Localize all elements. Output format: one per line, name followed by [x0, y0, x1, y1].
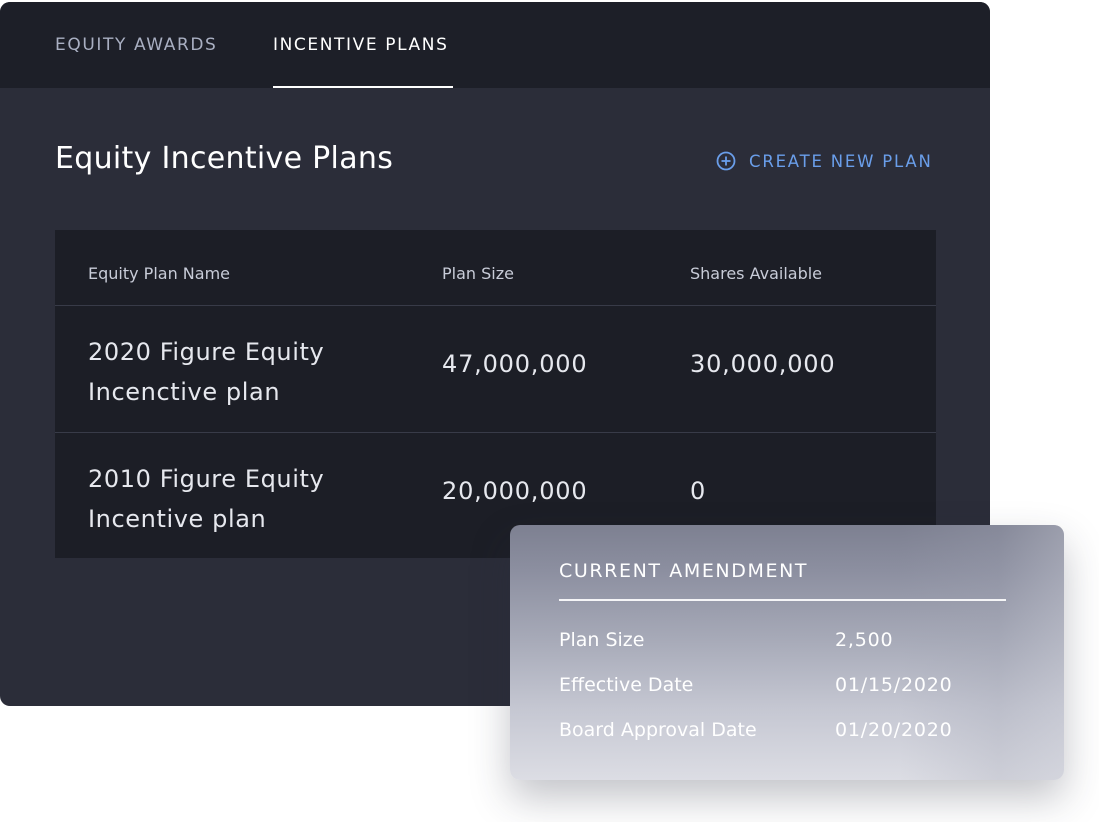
shares-available-cell: 30,000,000 [690, 350, 836, 378]
amendment-value-board-approval-date: 01/20/2020 [835, 719, 953, 741]
column-header-plan-name[interactable]: Equity Plan Name [88, 264, 230, 283]
card-glass-highlight [900, 525, 1064, 780]
plan-name-line: 2020 Figure Equity [88, 338, 325, 366]
plan-name-line: Incenctive plan [88, 378, 281, 406]
tab-bar: EQUITY AWARDS INCENTIVE PLANS [0, 2, 990, 88]
plan-name-line: Incentive plan [88, 505, 267, 533]
active-tab-indicator [273, 86, 453, 88]
amendment-label-plan-size: Plan Size [559, 629, 645, 651]
column-header-shares-available[interactable]: Shares Available [690, 264, 822, 283]
amendment-label-board-approval-date: Board Approval Date [559, 719, 757, 741]
plan-name-cell: 2010 Figure Equity Incentive plan [88, 459, 388, 539]
tab-equity-awards[interactable]: EQUITY AWARDS [55, 35, 217, 55]
shares-available-cell: 0 [690, 477, 707, 505]
plan-size-cell: 47,000,000 [442, 350, 588, 378]
create-new-plan-label: CREATE NEW PLAN [749, 151, 933, 171]
tab-incentive-plans[interactable]: INCENTIVE PLANS [273, 35, 448, 55]
amendment-title: CURRENT AMENDMENT [559, 560, 809, 582]
page-title: Equity Incentive Plans [55, 141, 394, 176]
equity-plans-table: Equity Plan Name Plan Size Shares Availa… [55, 230, 936, 558]
plan-name-line: 2010 Figure Equity [88, 465, 325, 493]
plan-name-cell: 2020 Figure Equity Incenctive plan [88, 332, 388, 412]
plus-circle-icon [716, 151, 736, 171]
create-new-plan-button[interactable]: CREATE NEW PLAN [716, 149, 933, 173]
amendment-label-effective-date: Effective Date [559, 674, 694, 696]
amendment-value-plan-size: 2,500 [835, 629, 894, 651]
amendment-divider [559, 599, 1006, 601]
column-header-plan-size[interactable]: Plan Size [442, 264, 514, 283]
table-row[interactable]: 2020 Figure Equity Incenctive plan 47,00… [55, 306, 936, 433]
table-header: Equity Plan Name Plan Size Shares Availa… [55, 230, 936, 306]
plan-size-cell: 20,000,000 [442, 477, 588, 505]
current-amendment-card: CURRENT AMENDMENT Plan Size 2,500 Effect… [510, 525, 1064, 780]
amendment-value-effective-date: 01/15/2020 [835, 674, 953, 696]
